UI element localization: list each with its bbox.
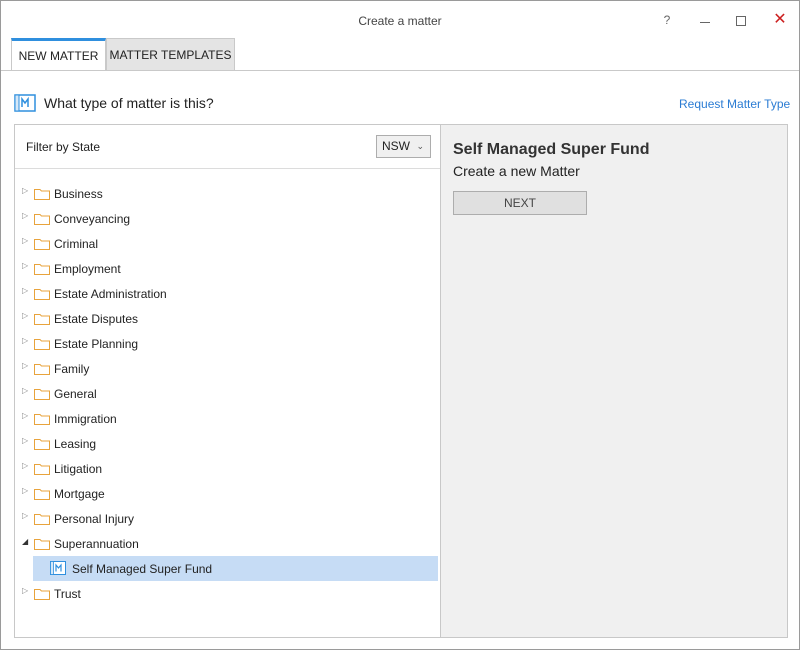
tree-item-label: Litigation [54,462,103,476]
folder-icon [34,189,50,200]
folder-icon [34,389,50,400]
title-bar: Create a matter ? ✕ [1,1,799,37]
tree-item-label: Employment [54,262,121,276]
expand-arrow-icon[interactable]: ▷ [22,286,28,295]
matter-type-tree: ▷ Business ▷ Conveyancing ▷ Criminal ▷ E… [15,181,440,606]
create-matter-dialog: Create a matter ? ✕ NEW MATTER MATTER TE… [0,0,800,650]
tree-item-label: Leasing [54,437,97,451]
expand-arrow-icon[interactable]: ▷ [22,211,28,220]
tree-item-leasing[interactable]: ▷ Leasing [15,431,440,456]
request-matter-type-link[interactable]: Request Matter Type [679,97,790,111]
tree-item-trust[interactable]: ▷ Trust [15,581,440,606]
matter-type-icon [50,561,66,575]
folder-icon [34,589,50,600]
filter-label: Filter by State [26,140,101,154]
state-select-value: NSW [382,139,410,153]
detail-title: Self Managed Super Fund [453,141,650,158]
tree-item-superannuation[interactable]: ◢ Superannuation [15,531,440,556]
filter-divider [15,168,440,169]
folder-icon [34,314,50,325]
tree-item-employment[interactable]: ▷ Employment [15,256,440,281]
page-title: What type of matter is this? [44,95,214,111]
folder-icon [34,214,50,225]
minimize-button[interactable] [690,9,720,31]
tab-new-matter[interactable]: NEW MATTER [11,38,106,71]
tree-item-label: General [54,387,97,401]
tree-item-personal-injury[interactable]: ▷ Personal Injury [15,506,440,531]
folder-icon [34,539,50,550]
tree-item-label: Estate Administration [54,287,167,301]
next-button[interactable]: NEXT [453,191,587,215]
tab-divider [1,70,799,71]
collapse-arrow-icon[interactable]: ◢ [22,537,28,546]
tree-item-label: Self Managed Super Fund [72,562,213,576]
tree-item-general[interactable]: ▷ General [15,381,440,406]
expand-arrow-icon[interactable]: ▷ [22,336,28,345]
tree-item-label: Family [54,362,90,376]
tree-item-label: Estate Disputes [54,312,139,326]
folder-icon [34,414,50,425]
maximize-button[interactable] [726,9,756,31]
minimize-icon [700,21,710,23]
detail-subtitle: Create a new Matter [453,163,580,179]
expand-arrow-icon[interactable]: ▷ [22,311,28,320]
tree-item-label: Estate Planning [54,337,139,351]
folder-icon [34,464,50,475]
tree-item-label: Immigration [54,412,117,426]
tree-item-estate-administration[interactable]: ▷ Estate Administration [15,281,440,306]
expand-arrow-icon[interactable]: ▷ [22,411,28,420]
expand-arrow-icon[interactable]: ▷ [22,461,28,470]
expand-arrow-icon[interactable]: ▷ [22,436,28,445]
folder-icon [34,514,50,525]
expand-arrow-icon[interactable]: ▷ [22,261,28,270]
folder-icon [34,364,50,375]
matter-type-panel: Filter by State NSW ⌄ ▷ Business ▷ Conve… [14,124,441,638]
expand-arrow-icon[interactable]: ▷ [22,486,28,495]
tree-item-label: Mortgage [54,487,105,501]
expand-arrow-icon[interactable]: ▷ [22,361,28,370]
expand-arrow-icon[interactable]: ▷ [22,586,28,595]
tree-item-label: Business [54,187,103,201]
folder-icon [34,339,50,350]
tree-item-family[interactable]: ▷ Family [15,356,440,381]
tree-item-mortgage[interactable]: ▷ Mortgage [15,481,440,506]
tree-item-label: Criminal [54,237,99,251]
tree-item-self-managed-super-fund[interactable]: Self Managed Super Fund [33,556,438,581]
chevron-down-icon: ⌄ [416,141,424,151]
expand-arrow-icon[interactable]: ▷ [22,186,28,195]
tree-item-estate-planning[interactable]: ▷ Estate Planning [15,331,440,356]
folder-icon [34,239,50,250]
folder-icon [34,289,50,300]
tree-item-estate-disputes[interactable]: ▷ Estate Disputes [15,306,440,331]
close-button[interactable]: ✕ [765,9,795,31]
tree-item-conveyancing[interactable]: ▷ Conveyancing [15,206,440,231]
tree-item-label: Superannuation [54,537,139,551]
tree-item-label: Conveyancing [54,212,131,226]
folder-icon [34,439,50,450]
tree-item-immigration[interactable]: ▷ Immigration [15,406,440,431]
matter-icon [14,94,36,112]
tree-item-label: Trust [54,587,81,601]
expand-arrow-icon[interactable]: ▷ [22,236,28,245]
help-button[interactable]: ? [652,9,682,31]
maximize-icon [736,16,746,27]
state-select[interactable]: NSW ⌄ [376,135,431,158]
tree-item-label: Personal Injury [54,512,135,526]
matter-detail-panel: Self Managed Super Fund Create a new Mat… [440,124,788,638]
folder-icon [34,489,50,500]
tab-matter-templates[interactable]: MATTER TEMPLATES [106,38,235,71]
folder-icon [34,264,50,275]
expand-arrow-icon[interactable]: ▷ [22,386,28,395]
tree-item-litigation[interactable]: ▷ Litigation [15,456,440,481]
tree-item-business[interactable]: ▷ Business [15,181,440,206]
tree-item-criminal[interactable]: ▷ Criminal [15,231,440,256]
expand-arrow-icon[interactable]: ▷ [22,511,28,520]
